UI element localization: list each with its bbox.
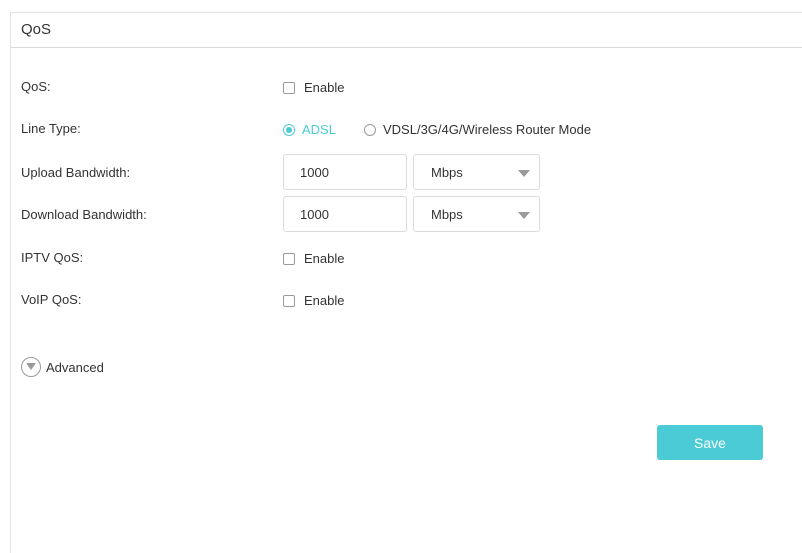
qos-enable-checkbox[interactable]: Enable — [283, 80, 344, 95]
upload-bandwidth-input[interactable] — [283, 154, 407, 190]
voip-enable-checkbox[interactable]: Enable — [283, 293, 344, 308]
line-type-label: Line Type: — [21, 121, 81, 136]
panel-title: QoS — [21, 21, 52, 38]
upload-unit-select[interactable]: Mbps — [413, 154, 540, 190]
iptv-qos-label: IPTV QoS: — [21, 250, 84, 265]
advanced-toggle[interactable]: Advanced — [21, 357, 104, 377]
qos-enable-label[interactable]: Enable — [304, 80, 344, 95]
iptv-checkbox-box[interactable] — [283, 252, 295, 265]
line-type-adsl-radio[interactable]: ADSL — [283, 122, 336, 137]
download-unit-value[interactable]: Mbps — [431, 207, 463, 222]
qos-panel: QoS QoS: Enable Line Type: ADSL VDSL/3G/… — [10, 12, 802, 553]
vdsl-radio-label[interactable]: VDSL/3G/4G/Wireless Router Mode — [383, 122, 591, 137]
upload-bandwidth-label: Upload Bandwidth: — [21, 165, 131, 180]
line-type-vdsl-radio[interactable]: VDSL/3G/4G/Wireless Router Mode — [364, 122, 591, 137]
adsl-radio-circle[interactable] — [283, 123, 295, 136]
title-divider — [11, 47, 802, 48]
voip-checkbox-box[interactable] — [283, 294, 295, 307]
voip-qos-label: VoIP QoS: — [21, 292, 82, 307]
chevron-down-icon[interactable] — [518, 170, 530, 177]
chevron-down-icon[interactable] — [518, 212, 530, 219]
voip-enable-label[interactable]: Enable — [304, 293, 344, 308]
qos-checkbox-box[interactable] — [283, 81, 295, 94]
download-bandwidth-input[interactable] — [283, 196, 407, 232]
download-unit-select[interactable]: Mbps — [413, 196, 540, 232]
advanced-label[interactable]: Advanced — [46, 360, 104, 375]
iptv-enable-checkbox[interactable]: Enable — [283, 251, 344, 266]
iptv-enable-label[interactable]: Enable — [304, 251, 344, 266]
chevron-down-circle-icon[interactable] — [21, 357, 41, 377]
qos-label: QoS: — [21, 79, 51, 94]
vdsl-radio-circle[interactable] — [364, 123, 376, 136]
adsl-radio-label[interactable]: ADSL — [302, 122, 336, 137]
download-bandwidth-label: Download Bandwidth: — [21, 207, 147, 222]
save-button[interactable]: Save — [657, 425, 763, 460]
upload-unit-value[interactable]: Mbps — [431, 165, 463, 180]
